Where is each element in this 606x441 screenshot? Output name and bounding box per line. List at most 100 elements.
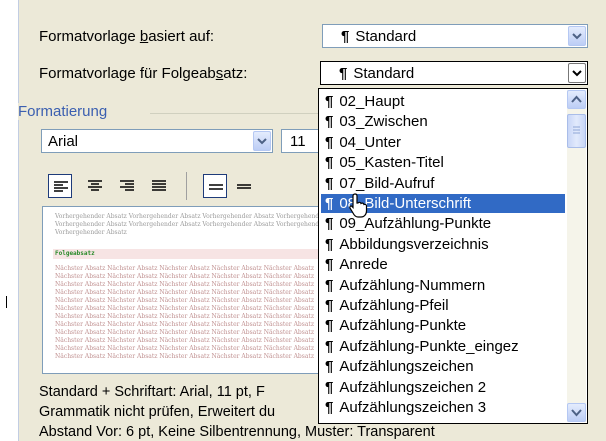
- align-center-button[interactable]: [83, 174, 107, 198]
- justify-icon: [152, 180, 166, 191]
- preview-next-line: Nächster Absatz Nächster Absatz Nächster…: [55, 313, 314, 320]
- paragraph-icon: ¶: [325, 358, 334, 376]
- next-style-dropdown-button[interactable]: [568, 63, 586, 83]
- list-scrollbar[interactable]: [567, 90, 586, 422]
- style-list-item[interactable]: ¶ 07_Bild-Aufruf: [321, 174, 565, 193]
- justify-button[interactable]: [147, 174, 171, 198]
- align-left-button[interactable]: [48, 174, 72, 198]
- chevron-down-icon: [571, 409, 582, 417]
- style-list-item-label: Aufzählung-Punkte_eingez: [339, 337, 519, 355]
- chevron-up-icon: [571, 95, 582, 103]
- preview-next-line: Nächster Absatz Nächster Absatz Nächster…: [55, 273, 314, 280]
- based-on-dropdown-button[interactable]: [568, 26, 586, 46]
- preview-next-line: Nächster Absatz Nächster Absatz Nächster…: [55, 281, 314, 288]
- style-list-item[interactable]: ¶ 03_Zwischen: [321, 112, 565, 131]
- paragraph-icon: ¶: [325, 174, 334, 192]
- preview-next-line: Nächster Absatz Nächster Absatz Nächster…: [55, 289, 314, 296]
- font-select[interactable]: Arial: [41, 129, 273, 153]
- next-style-value: Standard: [353, 65, 415, 82]
- style-description-line: Standard + Schriftart: Arial, 11 pt, F: [39, 384, 265, 400]
- style-list-item-label: Aufzählung-Punkte: [339, 317, 467, 335]
- align-center-icon: [88, 180, 102, 191]
- paragraph-icon: ¶: [325, 337, 334, 355]
- next-style-label: Formatvorlage für Folgeabsatz:: [39, 65, 247, 82]
- paragraph-icon: ¶: [325, 378, 334, 396]
- paragraph-icon: ¶: [325, 399, 334, 416]
- style-list-item-label: 03_Zwischen: [339, 113, 428, 131]
- formatting-group-title: Formatierung: [18, 103, 112, 120]
- preview-previous-line: Vorhergehender Absatz Vorhergehender Abs…: [55, 221, 348, 228]
- style-list-item[interactable]: ¶ 04_Unter: [321, 133, 565, 152]
- scroll-thumb[interactable]: [567, 114, 586, 148]
- chevron-down-icon: [572, 70, 582, 77]
- font-size-select[interactable]: 11: [281, 129, 321, 153]
- line-spacing-double-icon: [237, 184, 251, 189]
- chevron-down-icon: [572, 33, 582, 40]
- line-spacing-double-button[interactable]: [232, 174, 256, 198]
- style-list-item[interactable]: ¶ 05_Kasten-Titel: [321, 153, 565, 172]
- preview-next-line: Nächster Absatz Nächster Absatz Nächster…: [55, 321, 314, 328]
- style-list-item[interactable]: ¶ 02_Haupt: [321, 92, 565, 111]
- next-style-label-pre: Formatvorlage für Folgeab: [39, 65, 216, 82]
- style-list-item[interactable]: ¶ Aufzählungszeichen 2: [321, 378, 565, 397]
- hand-cursor-icon: [349, 193, 368, 218]
- next-style-select[interactable]: ¶ Standard: [320, 61, 588, 85]
- style-description-line: Abstand Vor: 6 pt, Keine Silbentrennung,…: [39, 424, 435, 440]
- style-description-line: Grammatik nicht prüfen, Erweitert du: [39, 404, 276, 420]
- style-list-item[interactable]: ¶ Abbildungsverzeichnis: [321, 235, 565, 254]
- style-list-item-label: 07_Bild-Aufruf: [339, 174, 435, 192]
- preview-next-line: Nächster Absatz Nächster Absatz Nächster…: [55, 329, 314, 336]
- font-value: Arial: [48, 133, 79, 150]
- next-style-label-post: atz:: [223, 65, 248, 82]
- style-list-item[interactable]: ¶ Aufzählung-Pfeil: [321, 296, 565, 315]
- preview-next-line: Nächster Absatz Nächster Absatz Nächster…: [55, 345, 314, 352]
- based-on-select[interactable]: ¶ Standard: [322, 24, 588, 48]
- paragraph-icon: ¶: [325, 317, 334, 335]
- style-list-item-label: Abbildungsverzeichnis: [339, 235, 489, 253]
- paragraph-icon: ¶: [325, 113, 334, 131]
- chevron-down-icon: [257, 138, 267, 145]
- based-on-label-pre: Formatvorlage: [39, 28, 140, 45]
- window-edge-tick: [6, 296, 7, 308]
- align-right-icon: [120, 180, 134, 191]
- style-list-item-label: 02_Haupt: [339, 93, 405, 110]
- align-right-button[interactable]: [115, 174, 139, 198]
- style-list-item[interactable]: ¶ Aufzählungszeichen 3: [321, 398, 565, 417]
- style-list-item[interactable]: ¶ Aufzählung-Punkte: [321, 316, 565, 335]
- style-list-item-label: 05_Kasten-Titel: [339, 154, 444, 172]
- based-on-label: Formatvorlage basiert auf:: [39, 28, 214, 45]
- paragraph-icon: ¶: [325, 297, 334, 314]
- style-list-item-label: Aufzählung-Pfeil: [339, 297, 449, 314]
- style-list-item[interactable]: ¶ Aufzählung-Punkte_eingez: [321, 337, 565, 356]
- next-style-dropdown-list[interactable]: ¶ 02_Haupt ¶ 03_Zwischen ¶ 04_Unter ¶ 05_Kasten…: [318, 88, 588, 424]
- paragraph-icon: ¶: [325, 256, 334, 274]
- font-dropdown-button[interactable]: [253, 131, 271, 151]
- preview-next-line: Nächster Absatz Nächster Absatz Nächster…: [55, 337, 314, 344]
- grip-icon: [573, 126, 580, 134]
- style-list-item-label: Aufzählung-Nummern: [339, 276, 486, 294]
- paragraph-icon: ¶: [339, 65, 348, 82]
- style-list-item[interactable]: ¶ Anrede: [321, 255, 565, 274]
- paragraph-icon: ¶: [341, 28, 350, 45]
- style-list-item-label: Aufzählungszeichen 3: [339, 399, 487, 416]
- scroll-up-button[interactable]: [567, 90, 586, 109]
- preview-follow-paragraph: Folgeabsatz: [55, 250, 95, 257]
- align-left-icon: [54, 181, 68, 192]
- preview-previous-line: Vorhergehender Absatz: [55, 229, 127, 236]
- preview-previous-line: Vorhergehender Absatz Vorhergehender Abs…: [55, 213, 348, 220]
- preview-next-line: Nächster Absatz Nächster Absatz Nächster…: [55, 305, 314, 312]
- paragraph-icon: ¶: [325, 276, 334, 294]
- preview-next-line: Nächster Absatz Nächster Absatz Nächster…: [55, 297, 314, 304]
- toolbar-separator: [186, 172, 187, 200]
- style-list-item[interactable]: ¶ Aufzählung-Nummern: [321, 276, 565, 295]
- style-list-item-label: Aufzählungszeichen 2: [339, 378, 487, 396]
- style-list-item[interactable]: ¶ Aufzählungszeichen: [321, 357, 565, 376]
- line-spacing-single-icon: [209, 184, 223, 190]
- line-spacing-single-button[interactable]: [203, 174, 227, 198]
- style-list-item-label: Anrede: [339, 256, 388, 274]
- scroll-down-button[interactable]: [567, 403, 586, 422]
- preview-next-line: Nächster Absatz Nächster Absatz Nächster…: [55, 353, 314, 360]
- style-list-item-label: Aufzählungszeichen: [339, 358, 474, 376]
- font-size-value: 11: [290, 133, 306, 150]
- based-on-label-hotkey: b: [139, 28, 149, 45]
